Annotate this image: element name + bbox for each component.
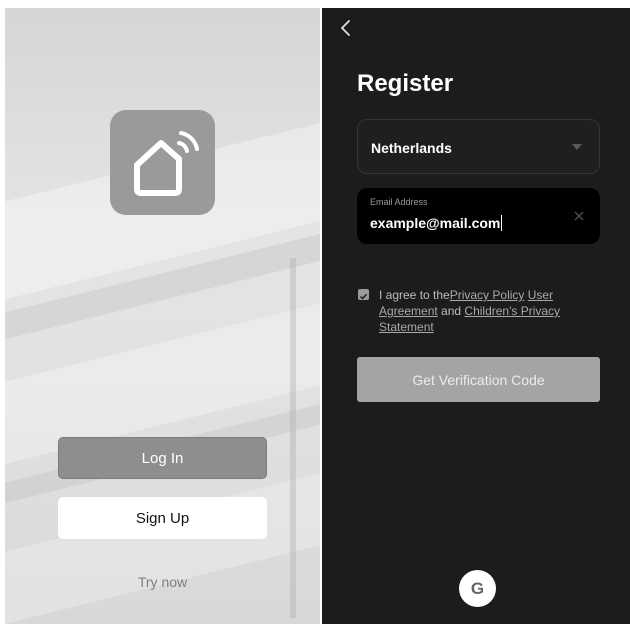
country-value: Netherlands [371, 140, 452, 156]
agreement-checkbox[interactable] [358, 289, 369, 300]
register-screen: Register Netherlands Email Address examp… [322, 8, 630, 624]
email-field[interactable]: Email Address example@mail.com [357, 188, 600, 244]
email-value-wrap: example@mail.com [370, 215, 503, 231]
google-login-button[interactable]: G [459, 570, 496, 607]
app-logo [110, 110, 215, 215]
email-value: example@mail.com [370, 215, 501, 231]
agreement-and: and [437, 304, 465, 318]
page-title: Register [357, 70, 454, 97]
agreement-text: I agree to thePrivacy Policy User Agreem… [379, 287, 579, 335]
privacy-policy-link[interactable]: Privacy Policy [450, 288, 525, 302]
google-icon: G [470, 578, 485, 598]
country-select[interactable]: Netherlands [357, 119, 600, 174]
signup-button[interactable]: Sign Up [58, 497, 267, 539]
email-label: Email Address [370, 197, 428, 207]
smart-home-wifi-icon [133, 130, 199, 196]
close-icon[interactable] [572, 209, 586, 223]
text-cursor [501, 215, 503, 231]
login-button[interactable]: Log In [58, 437, 267, 479]
agreement-prefix: I agree to the [379, 288, 450, 302]
login-screen: Log In Sign Up Try now [5, 8, 320, 624]
caret-down-icon [572, 144, 582, 150]
check-icon [359, 293, 368, 300]
try-now-link[interactable]: Try now [58, 574, 267, 590]
get-verification-code-button[interactable]: Get Verification Code [357, 357, 600, 402]
light-shadow [290, 258, 296, 618]
back-button[interactable] [338, 18, 354, 43]
chevron-left-icon [341, 20, 350, 36]
